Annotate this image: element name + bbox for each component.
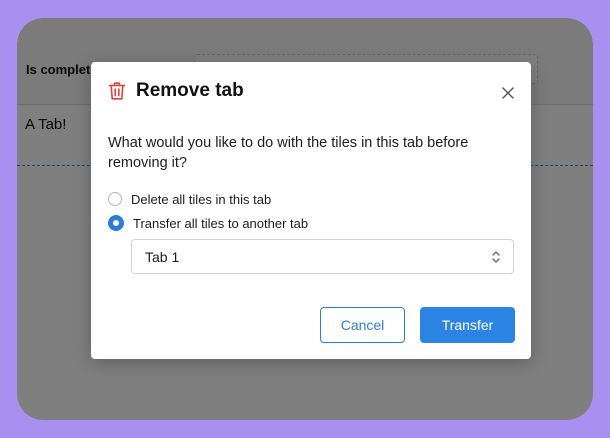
transfer-button[interactable]: Transfer (420, 307, 515, 343)
chevron-up-down-icon (492, 251, 500, 263)
option-transfer-tiles-label: Transfer all tiles to another tab (133, 215, 309, 231)
option-delete-tiles[interactable]: Delete all tiles in this tab (108, 190, 271, 208)
dialog-question: What would you like to do with the tiles… (108, 135, 469, 171)
radio-transfer-tiles[interactable] (108, 215, 124, 231)
target-tab-select[interactable]: Tab 1 (131, 239, 514, 274)
remove-tab-dialog: Remove tab What would you like to do wit… (91, 62, 531, 359)
cancel-button[interactable]: Cancel (320, 307, 405, 343)
option-transfer-tiles[interactable]: Transfer all tiles to another tab (108, 214, 308, 232)
target-tab-select-value: Tab 1 (145, 249, 180, 265)
radio-delete-tiles[interactable] (108, 192, 122, 206)
trash-icon (108, 82, 126, 100)
dialog-title: Remove tab (136, 80, 244, 101)
close-icon[interactable] (498, 83, 518, 103)
option-delete-tiles-label: Delete all tiles in this tab (131, 191, 272, 207)
